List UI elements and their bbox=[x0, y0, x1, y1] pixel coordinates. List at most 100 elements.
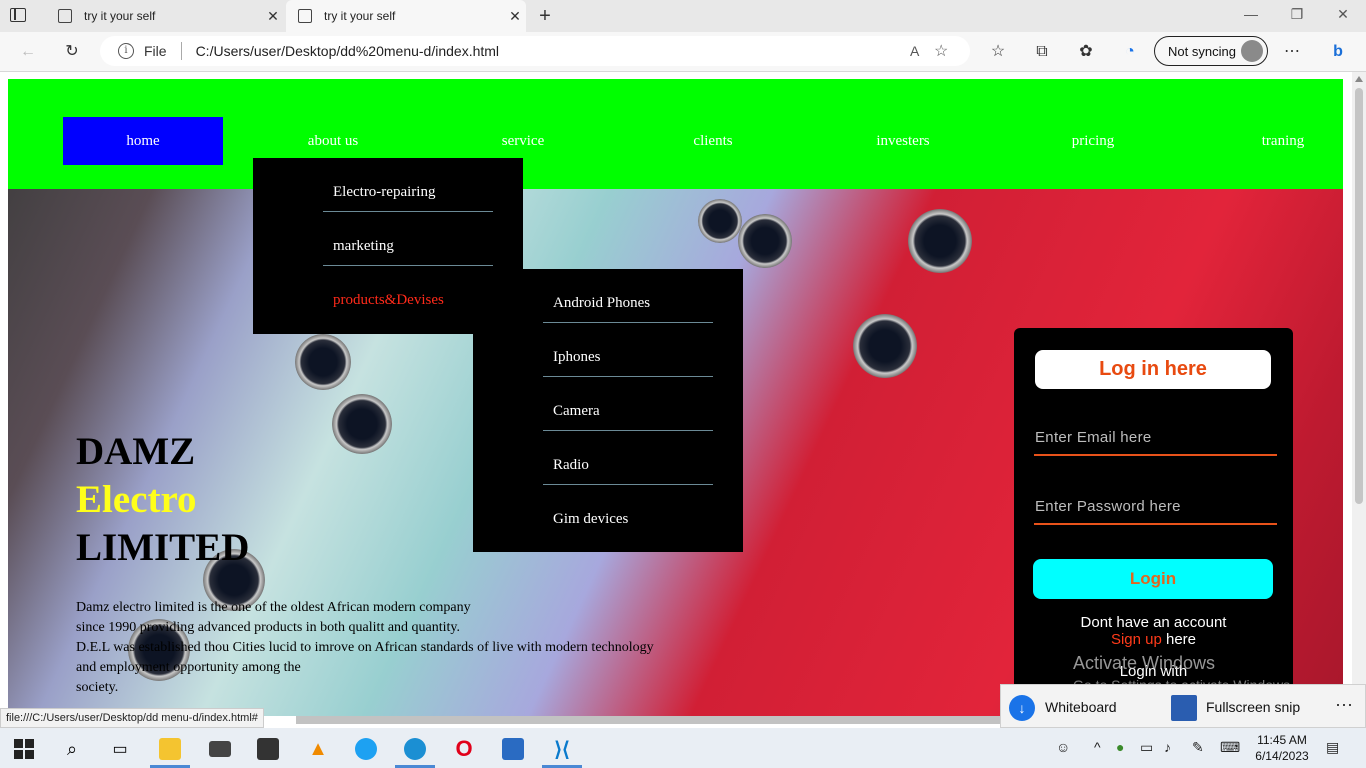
camera-decoration bbox=[738, 214, 792, 268]
hero-title: DAMZ Electro LIMITED bbox=[76, 428, 249, 572]
email-field[interactable] bbox=[1034, 420, 1277, 456]
people-icon[interactable]: ☺ bbox=[1056, 739, 1070, 755]
horizontal-scrollbar[interactable] bbox=[296, 716, 1001, 724]
vertical-scrollbar[interactable] bbox=[1352, 72, 1366, 716]
refresh-icon[interactable]: ↻ bbox=[60, 40, 84, 64]
camera-decoration bbox=[295, 334, 351, 390]
tab-actions-icon[interactable] bbox=[10, 8, 26, 22]
description-line: D.E.L was established thou Cities lucid … bbox=[76, 640, 654, 655]
favorites-icon[interactable]: ☆ bbox=[986, 40, 1010, 64]
login-title: Log in here bbox=[1035, 350, 1271, 389]
battery-icon[interactable]: ▭ bbox=[1140, 739, 1153, 756]
signup-link[interactable]: Sign up bbox=[1111, 631, 1162, 648]
nav-pricing[interactable]: pricing bbox=[1013, 117, 1173, 165]
divider bbox=[543, 484, 713, 485]
top-navigation: home about us service clients investers … bbox=[8, 79, 1343, 189]
profile-button[interactable]: Not syncing bbox=[1154, 36, 1268, 66]
edge-icon[interactable] bbox=[395, 733, 435, 768]
products-submenu: Android Phones Iphones Camera Radio Gim … bbox=[473, 269, 743, 552]
hero-description: Damz electro limited is the one of the o… bbox=[76, 598, 756, 698]
photos-icon[interactable] bbox=[493, 733, 533, 765]
keyboard-icon[interactable]: ⌨ bbox=[1220, 739, 1240, 756]
bing-icon[interactable]: b bbox=[1326, 40, 1350, 64]
vlc-icon[interactable]: ▲ bbox=[298, 733, 338, 765]
tab-1[interactable]: try it your self ✕ bbox=[46, 0, 284, 32]
camera-decoration bbox=[332, 394, 392, 454]
avatar bbox=[1241, 40, 1263, 62]
read-aloud-icon[interactable]: A bbox=[910, 43, 934, 59]
clock[interactable]: 11:45 AM 6/14/2023 bbox=[1250, 732, 1314, 764]
tab-2[interactable]: try it your self ✕ bbox=[286, 0, 526, 32]
file-explorer-icon[interactable] bbox=[150, 733, 190, 768]
camera-decoration bbox=[908, 209, 972, 273]
camera-decoration bbox=[853, 314, 917, 378]
tab-title: try it your self bbox=[324, 9, 396, 23]
notifications-icon[interactable]: ▤ bbox=[1326, 739, 1339, 756]
edge-bar-icon[interactable]: ◔ bbox=[1118, 40, 1142, 64]
divider bbox=[323, 211, 493, 212]
fullscreen-snip-label[interactable]: Fullscreen snip bbox=[1206, 699, 1300, 715]
close-icon[interactable]: ✕ bbox=[504, 8, 526, 25]
download-icon: ↓ bbox=[1009, 695, 1035, 721]
password-field[interactable] bbox=[1034, 489, 1277, 525]
browser-toolbar: ← ↻ i File C:/Users/user/Desktop/dd%20me… bbox=[0, 32, 1366, 72]
address-bar[interactable]: i File C:/Users/user/Desktop/dd%20menu-d… bbox=[100, 36, 970, 66]
mail-icon[interactable] bbox=[200, 733, 240, 765]
nav-clients[interactable]: clients bbox=[633, 117, 793, 165]
close-icon[interactable]: ✕ bbox=[262, 8, 284, 25]
scheme-label: File bbox=[144, 43, 167, 59]
twitter-icon[interactable] bbox=[346, 733, 386, 765]
new-tab-icon[interactable]: + bbox=[534, 4, 556, 28]
collections-icon[interactable]: ⧉ bbox=[1030, 40, 1054, 64]
page-icon bbox=[298, 9, 312, 23]
window-close-icon[interactable]: ✕ bbox=[1328, 6, 1358, 26]
nav-home[interactable]: home bbox=[63, 117, 223, 165]
favorite-add-icon[interactable]: ☆ bbox=[934, 41, 970, 61]
web-page: home about us service clients investers … bbox=[0, 72, 1352, 716]
opera-icon[interactable]: O bbox=[444, 733, 484, 765]
page-icon bbox=[58, 9, 72, 23]
show-hidden-icon[interactable]: ^ bbox=[1094, 739, 1101, 755]
title-line-1: DAMZ bbox=[76, 430, 196, 473]
extensions-icon[interactable]: ✿ bbox=[1074, 40, 1098, 64]
url-text[interactable]: C:/Users/user/Desktop/dd%20menu-d/index.… bbox=[196, 43, 910, 59]
nav-investers[interactable]: investers bbox=[823, 117, 983, 165]
scrollbar-thumb[interactable] bbox=[1355, 88, 1363, 504]
vscode-icon[interactable]: ⟩⟨ bbox=[542, 733, 582, 768]
back-icon[interactable]: ← bbox=[16, 40, 40, 64]
pen-icon[interactable]: ✎ bbox=[1192, 739, 1204, 756]
windows-taskbar: ⌕ ▭ ▲ O ⟩⟨ ☺ ^ ● ▭ ♪ ✎ ⌨ 11:45 AM 6/14/2… bbox=[0, 728, 1366, 768]
time: 11:45 AM bbox=[1257, 733, 1307, 747]
more-icon[interactable]: ⋯ bbox=[1335, 695, 1353, 716]
tab-title: try it your self bbox=[84, 9, 156, 23]
nav-traning[interactable]: traning bbox=[1203, 117, 1352, 165]
no-account-text: Dont have an account bbox=[1080, 614, 1227, 631]
title-line-3: LIMITED bbox=[76, 526, 250, 569]
title-line-2: Electro bbox=[76, 478, 197, 521]
snip-icon bbox=[1171, 695, 1197, 721]
divider bbox=[543, 430, 713, 431]
here-text: here bbox=[1166, 631, 1197, 648]
description-line: Damz electro limited is the one of the o… bbox=[76, 600, 471, 615]
start-icon[interactable] bbox=[4, 733, 44, 765]
task-view-icon[interactable]: ▭ bbox=[100, 733, 140, 765]
volume-icon[interactable]: ♪ bbox=[1164, 739, 1171, 755]
snip-notification: ↓ Whiteboard Fullscreen snip ⋯ bbox=[1000, 684, 1366, 728]
activate-windows-title: Activate Windows bbox=[1073, 653, 1216, 673]
status-url: file:///C:/Users/user/Desktop/dd menu-d/… bbox=[0, 708, 264, 728]
sync-label: Not syncing bbox=[1168, 43, 1236, 59]
store-icon[interactable] bbox=[248, 733, 288, 765]
browser-tab-bar: try it your self ✕ try it your self ✕ + … bbox=[0, 0, 1366, 32]
whiteboard-label[interactable]: Whiteboard bbox=[1045, 699, 1117, 715]
date: 6/14/2023 bbox=[1255, 749, 1309, 763]
restore-icon[interactable]: ❐ bbox=[1282, 6, 1312, 26]
security-icon[interactable]: ● bbox=[1116, 739, 1124, 755]
search-icon[interactable]: ⌕ bbox=[52, 733, 92, 765]
more-icon[interactable]: ⋯ bbox=[1280, 40, 1304, 64]
minimize-icon[interactable]: — bbox=[1236, 6, 1266, 26]
info-icon[interactable]: i bbox=[118, 43, 134, 59]
description-line: society. bbox=[76, 680, 119, 695]
scroll-up-icon[interactable] bbox=[1355, 76, 1363, 82]
divider bbox=[323, 265, 493, 266]
login-button[interactable]: Login bbox=[1033, 559, 1273, 599]
